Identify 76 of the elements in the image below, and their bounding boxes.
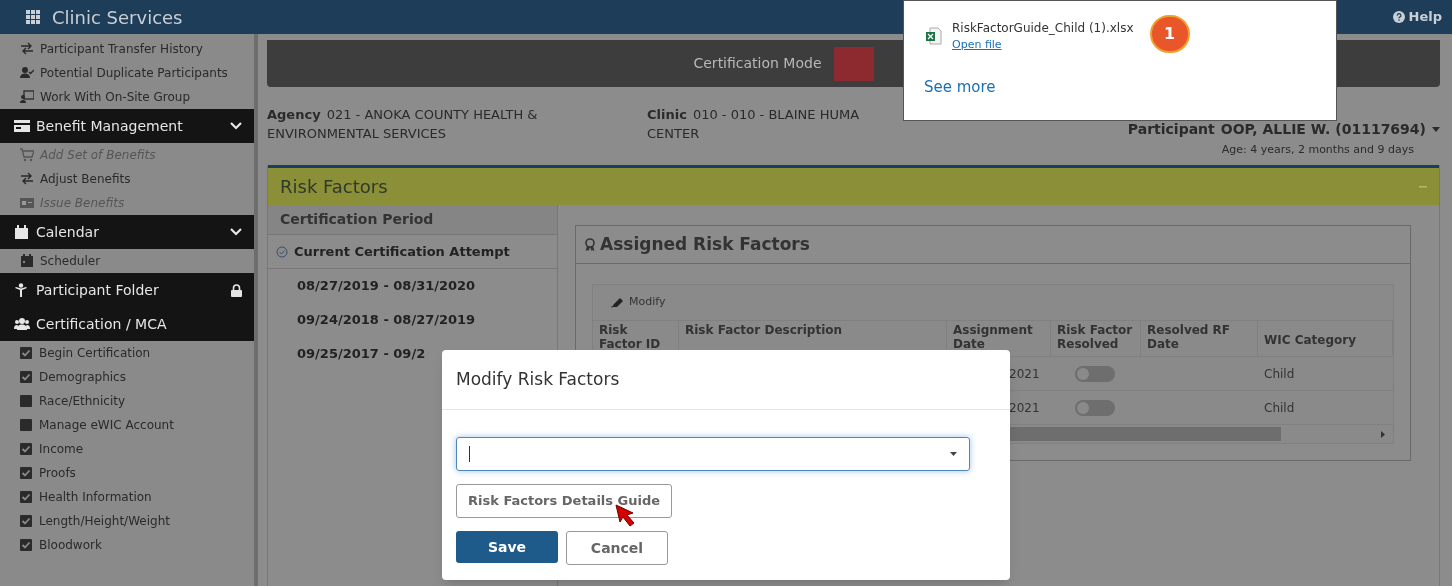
toggle-switch[interactable] bbox=[1075, 365, 1115, 382]
file-name: RiskFactorGuide_Child (1).xlsx bbox=[952, 20, 1134, 37]
table-cell: 2021 bbox=[1009, 366, 1040, 381]
grid-icon bbox=[26, 10, 40, 24]
user-check-icon bbox=[20, 66, 34, 80]
app-title: Clinic Services bbox=[52, 5, 183, 30]
sidebar-section-header[interactable]: Participant Folder bbox=[0, 273, 254, 307]
calendar-icon bbox=[20, 254, 34, 268]
sidebar-link[interactable]: Proofs bbox=[0, 461, 254, 485]
panel-title: Risk Factors bbox=[280, 175, 389, 199]
participant-name[interactable]: Participant OOP, ALLIE W. (01117694) bbox=[1127, 119, 1426, 140]
swap-icon bbox=[20, 172, 34, 186]
agency-info: Agency 021 - ANOKA COUNTY HEALTH & ENVIRONMENTAL SERVICES bbox=[267, 106, 539, 143]
sidebar-link[interactable]: Begin Certification bbox=[0, 341, 254, 365]
sidebar-link[interactable]: Bloodwork bbox=[0, 533, 254, 557]
period-item[interactable]: Current Certification Attempt bbox=[268, 235, 557, 269]
sidebar-link[interactable]: Manage eWIC Account bbox=[0, 413, 254, 437]
collapse-icon bbox=[1419, 185, 1427, 188]
card-icon bbox=[20, 196, 34, 210]
calendar-icon bbox=[14, 225, 30, 239]
chevron-down-icon bbox=[230, 228, 242, 236]
scroll-right-icon bbox=[1381, 430, 1385, 438]
help-icon bbox=[1392, 11, 1405, 23]
sidebar-section-header[interactable]: Certification / MCA bbox=[0, 307, 254, 341]
see-more-link[interactable]: See more bbox=[924, 75, 996, 98]
step-badge: 1 bbox=[1149, 15, 1190, 53]
sidebar-link[interactable]: Work With On-Site Group bbox=[0, 85, 254, 109]
sidebar-link[interactable]: Participant Transfer History bbox=[0, 37, 254, 61]
help-link[interactable]: Help bbox=[1392, 7, 1442, 27]
clinic-info: CENTER bbox=[647, 125, 701, 143]
clinic-info: Clinic 010 - 010 - BLAINE HUMA bbox=[647, 106, 861, 124]
swap-icon bbox=[20, 42, 34, 56]
lock-icon bbox=[231, 283, 242, 297]
column-header[interactable]: WIC Category bbox=[1258, 321, 1393, 356]
caret-down-icon bbox=[950, 452, 957, 456]
period-item[interactable]: 08/27/2019 - 08/31/2020 bbox=[268, 269, 557, 303]
open-file-link[interactable]: Open file bbox=[952, 37, 1002, 54]
card-icon bbox=[14, 119, 30, 133]
modify-button[interactable]: Modify bbox=[611, 294, 666, 311]
column-header[interactable]: Resolved RF Date bbox=[1141, 321, 1258, 356]
card-title: Assigned Risk Factors bbox=[600, 232, 810, 256]
group-screen-icon bbox=[20, 90, 34, 104]
toggle-switch[interactable] bbox=[1075, 399, 1115, 416]
participant-age: Age: 4 years, 2 months and 9 days bbox=[1221, 142, 1414, 158]
save-button[interactable]: Save bbox=[456, 531, 558, 563]
cart-icon bbox=[20, 148, 34, 162]
period-header: Certification Period bbox=[268, 205, 557, 235]
caret-icon bbox=[1432, 127, 1440, 132]
sidebar-link[interactable]: Health Information bbox=[0, 485, 254, 509]
table-cell: Child bbox=[1264, 400, 1295, 415]
column-header[interactable]: Risk Factor Resolved bbox=[1051, 321, 1141, 356]
sidebar-link[interactable]: Length/Height/Weight bbox=[0, 509, 254, 533]
mode-label: Certification Mode bbox=[693, 54, 822, 73]
mode-button[interactable] bbox=[833, 46, 874, 81]
pencil-icon bbox=[611, 297, 623, 308]
sidebar-link[interactable]: Race/Ethnicity bbox=[0, 389, 254, 413]
sidebar-link[interactable]: Demographics bbox=[0, 365, 254, 389]
spreadsheet-file-icon bbox=[926, 27, 942, 45]
sidebar-link[interactable]: Adjust Benefits bbox=[0, 167, 254, 191]
table-cell: 2021 bbox=[1009, 400, 1040, 415]
table-cell: Child bbox=[1264, 366, 1295, 381]
sidebar-link[interactable]: Scheduler bbox=[0, 249, 254, 273]
cancel-button[interactable]: Cancel bbox=[566, 531, 668, 565]
sidebar-link[interactable]: Income bbox=[0, 437, 254, 461]
chevron-down-icon bbox=[230, 122, 242, 130]
modal-title: Modify Risk Factors bbox=[456, 367, 620, 391]
check-circle-icon bbox=[276, 245, 288, 258]
users-icon bbox=[14, 317, 30, 331]
sidebar-link[interactable]: Potential Duplicate Participants bbox=[0, 61, 254, 85]
period-item[interactable]: 09/24/2018 - 08/27/2019 bbox=[268, 303, 557, 337]
select-field[interactable] bbox=[456, 437, 970, 471]
sidebar-section-header[interactable]: Benefit Management bbox=[0, 109, 254, 143]
award-icon bbox=[584, 237, 596, 252]
sidebar-section-header[interactable]: Calendar bbox=[0, 215, 254, 249]
person-icon bbox=[14, 283, 30, 297]
guide-button[interactable]: Risk Factors Details Guide bbox=[456, 484, 673, 518]
